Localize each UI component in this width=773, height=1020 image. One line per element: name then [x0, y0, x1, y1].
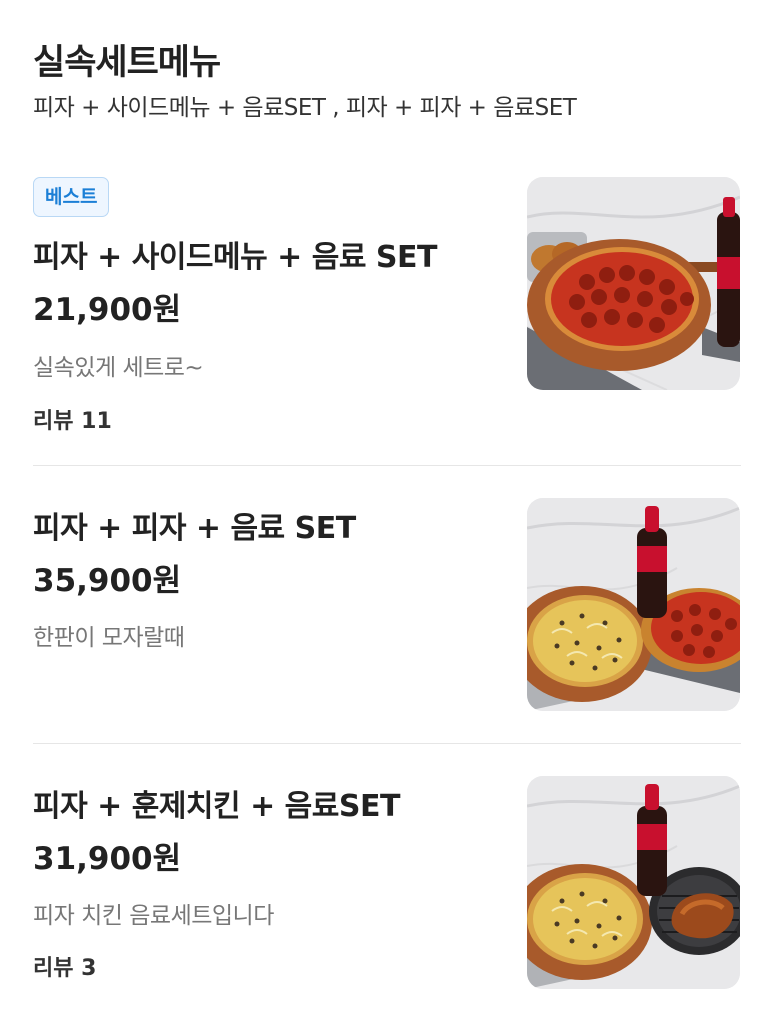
menu-item-name: 피자 + 훈제치킨 + 음료SET — [33, 789, 400, 824]
menu-item[interactable]: 베스트 피자 + 사이드메뉴 + 음료 SET 21,900원 실속있게 세트로… — [0, 177, 773, 437]
divider — [33, 465, 741, 466]
menu-item[interactable]: 피자 + 피자 + 음료 SET 35,900원 한판이 모자랄때 — [0, 498, 773, 713]
menu-item-description: 피자 치킨 음료세트입니다 — [33, 903, 274, 929]
menu-item-price: 21,900원 — [33, 292, 182, 328]
menu-item-photo — [527, 498, 740, 711]
menu-item-price: 31,900원 — [33, 841, 182, 877]
page-title: 실속세트메뉴 — [33, 43, 221, 83]
two-pizzas-image — [527, 498, 740, 711]
menu-item-name: 피자 + 사이드메뉴 + 음료 SET — [33, 240, 437, 275]
menu-item-reviews: 리뷰 3 — [33, 956, 97, 981]
pizza-chicken-set-image — [527, 776, 740, 989]
menu-item-description: 실속있게 세트로~ — [33, 355, 204, 381]
page-subtitle: 피자 + 사이드메뉴 + 음료SET , 피자 + 피자 + 음료SET — [33, 95, 577, 121]
menu-item-photo — [527, 177, 740, 390]
best-badge: 베스트 — [33, 177, 110, 217]
menu-item-description: 한판이 모자랄때 — [33, 625, 185, 651]
divider — [33, 743, 741, 744]
pepperoni-pizza-set-image — [527, 177, 740, 390]
menu-item-photo — [527, 776, 740, 989]
menu-item-price: 35,900원 — [33, 563, 182, 599]
menu-item-reviews: 리뷰 11 — [33, 409, 112, 434]
menu-item[interactable]: 피자 + 훈제치킨 + 음료SET 31,900원 피자 치킨 음료세트입니다 … — [0, 776, 773, 991]
menu-item-name: 피자 + 피자 + 음료 SET — [33, 511, 356, 546]
